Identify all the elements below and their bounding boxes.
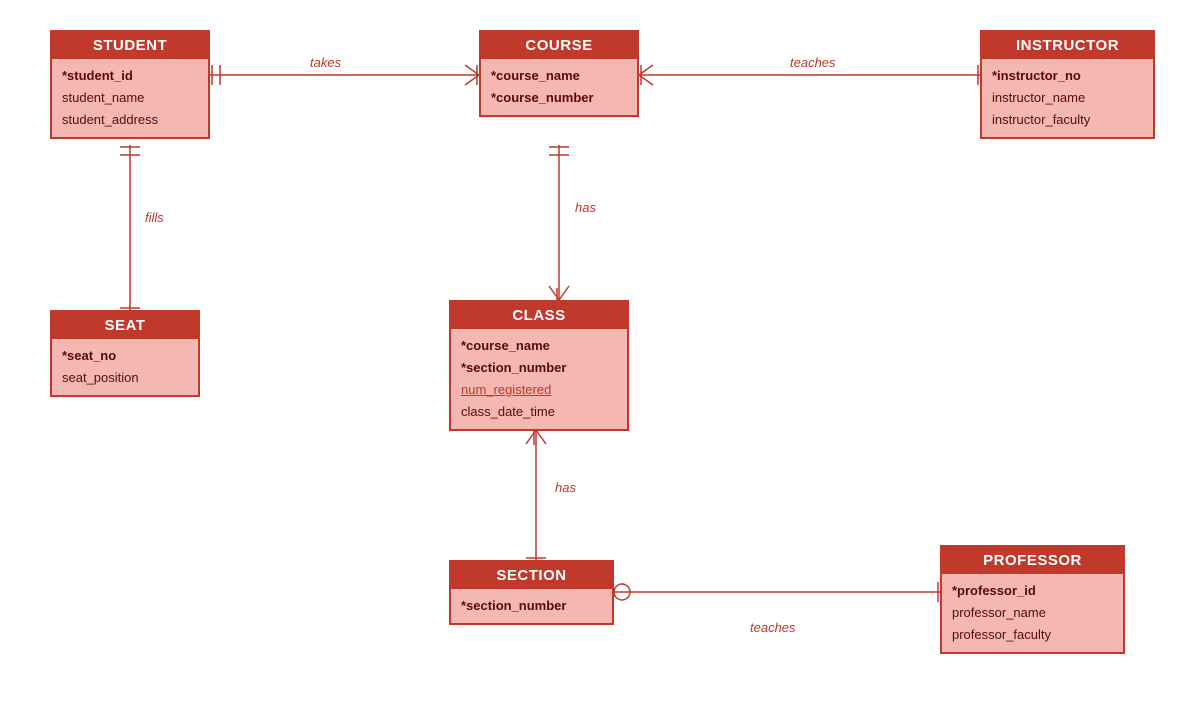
section-entity: SECTION *section_number [449, 560, 614, 625]
professor-field-1: *professor_id [952, 580, 1113, 602]
student-field-1: *student_id [62, 65, 198, 87]
instructor-title: INSTRUCTOR [982, 32, 1153, 59]
seat-body: *seat_no seat_position [52, 339, 198, 395]
class-title: CLASS [451, 302, 627, 329]
course-entity: COURSE *course_name *course_number [479, 30, 639, 117]
instructor-body: *instructor_no instructor_name instructo… [982, 59, 1153, 137]
professor-field-2: professor_name [952, 602, 1113, 624]
seat-field-1: *seat_no [62, 345, 188, 367]
course-field-2: *course_number [491, 87, 627, 109]
teaches-professor-label: teaches [750, 620, 796, 635]
instructor-field-3: instructor_faculty [992, 109, 1143, 131]
has-section-label: has [555, 480, 576, 495]
teaches-instructor-label: teaches [790, 55, 836, 70]
section-field-1: *section_number [461, 595, 602, 617]
course-field-1: *course_name [491, 65, 627, 87]
class-field-3: num_registered [461, 379, 617, 401]
instructor-field-2: instructor_name [992, 87, 1143, 109]
professor-body: *professor_id professor_name professor_f… [942, 574, 1123, 652]
class-body: *course_name *section_number num_registe… [451, 329, 627, 429]
professor-title: PROFESSOR [942, 547, 1123, 574]
section-body: *section_number [451, 589, 612, 623]
instructor-field-1: *instructor_no [992, 65, 1143, 87]
seat-title: SEAT [52, 312, 198, 339]
instructor-entity: INSTRUCTOR *instructor_no instructor_nam… [980, 30, 1155, 139]
class-field-2: *section_number [461, 357, 617, 379]
student-entity: STUDENT *student_id student_name student… [50, 30, 210, 139]
professor-entity: PROFESSOR *professor_id professor_name p… [940, 545, 1125, 654]
seat-entity: SEAT *seat_no seat_position [50, 310, 200, 397]
takes-label: takes [310, 55, 341, 70]
student-body: *student_id student_name student_address [52, 59, 208, 137]
student-field-3: student_address [62, 109, 198, 131]
diagram: takes teaches fills has has teaches STUD… [0, 0, 1201, 724]
class-entity: CLASS *course_name *section_number num_r… [449, 300, 629, 431]
section-title: SECTION [451, 562, 612, 589]
course-title: COURSE [481, 32, 637, 59]
class-field-1: *course_name [461, 335, 617, 357]
seat-field-2: seat_position [62, 367, 188, 389]
student-title: STUDENT [52, 32, 208, 59]
student-field-2: student_name [62, 87, 198, 109]
professor-field-3: professor_faculty [952, 624, 1113, 646]
class-field-4: class_date_time [461, 401, 617, 423]
has-class-label: has [575, 200, 596, 215]
fills-label: fills [145, 210, 164, 225]
course-body: *course_name *course_number [481, 59, 637, 115]
